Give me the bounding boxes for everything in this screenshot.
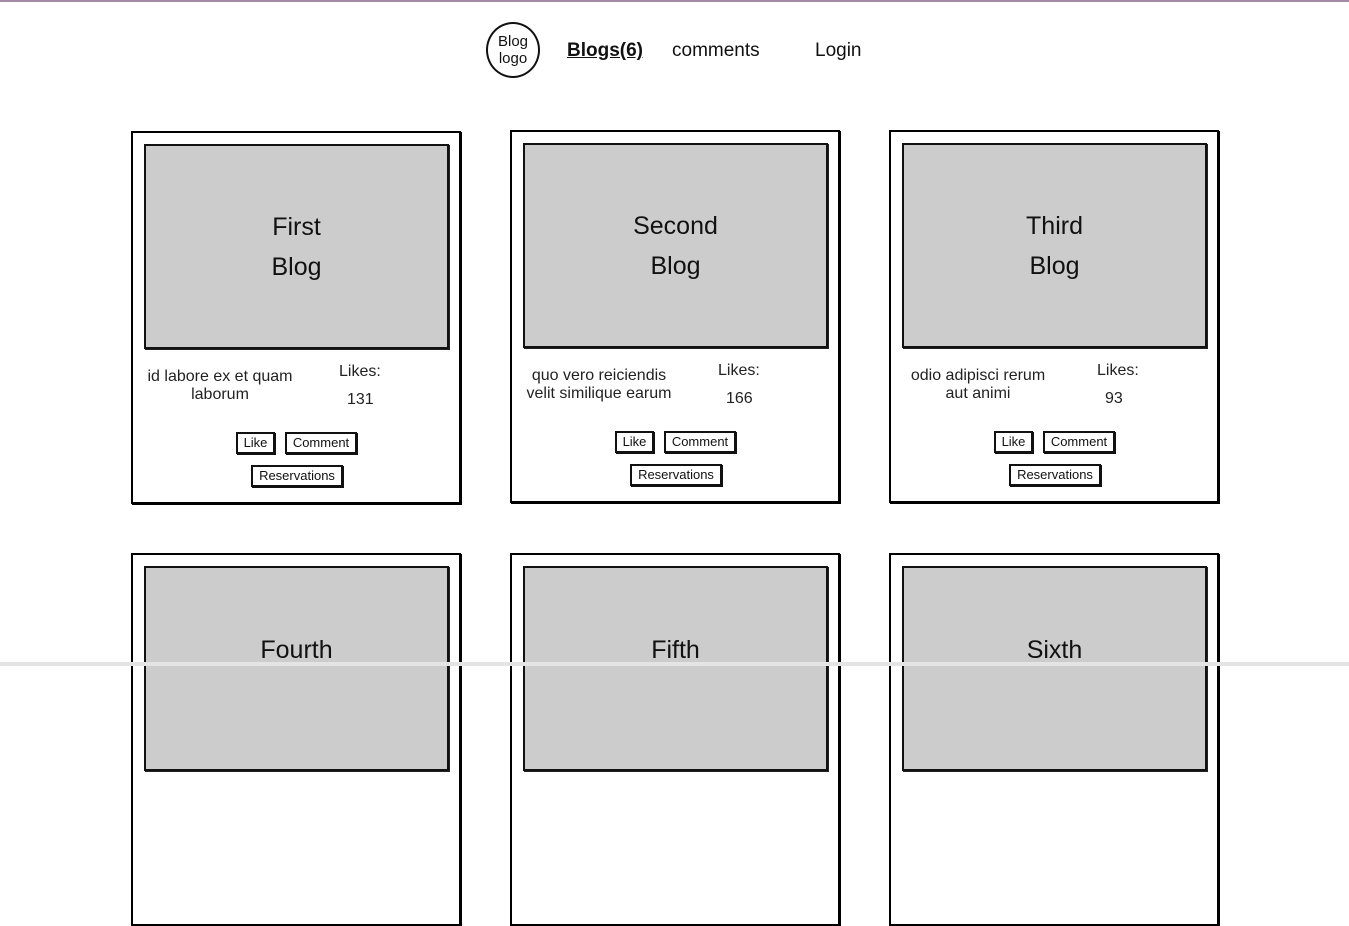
blog-card-fourth: Fourth [131, 553, 461, 926]
blog-card-title-line-2: Blog [1029, 251, 1080, 280]
blog-card-sixth: Sixth [889, 553, 1219, 926]
blog-card-title-line-2: Blog [650, 251, 701, 280]
blog-card-title-line-1: Third [1026, 211, 1083, 240]
blog-card-image: Second Blog [523, 143, 828, 348]
blog-card-likes-count: 166 [726, 390, 753, 407]
blog-card-first: First Blog id labore ex et quam laborum … [131, 131, 461, 504]
reservations-button[interactable]: Reservations [630, 464, 722, 486]
blog-card-likes-label: Likes: [1097, 362, 1139, 379]
blog-logo[interactable]: Blog logo [486, 22, 540, 78]
blog-card-likes-label: Likes: [718, 362, 760, 379]
blog-card-title-line-1: Second [633, 211, 718, 240]
logo-line-1: Blog [497, 33, 529, 50]
blog-card-likes-label: Likes: [339, 363, 381, 380]
like-button[interactable]: Like [236, 432, 275, 454]
logo-line-2: logo [498, 50, 528, 67]
blog-card-title-line-2: Blog [271, 252, 322, 281]
blog-card-third: Third Blog odio adipisci rerum aut animi… [889, 130, 1219, 503]
horizontal-scrollbar-edge [0, 662, 1349, 666]
reservations-button[interactable]: Reservations [1009, 464, 1101, 486]
nav-blogs-link[interactable]: Blogs(6) [567, 39, 643, 63]
comment-button[interactable]: Comment [664, 431, 736, 453]
blog-card-description: odio adipisci rerum aut animi [910, 367, 1046, 402]
top-accent-line [0, 0, 1349, 2]
blog-card-fifth: Fifth [510, 553, 840, 926]
comment-button[interactable]: Comment [285, 432, 357, 454]
blog-card-image: First Blog [144, 144, 449, 349]
blog-card-description: id labore ex et quam laborum [147, 368, 293, 403]
like-button[interactable]: Like [615, 431, 654, 453]
blog-card-title-line-1: First [272, 212, 321, 241]
comment-button[interactable]: Comment [1043, 431, 1115, 453]
blog-card-likes-count: 131 [347, 391, 374, 408]
blog-card-image: Fifth [523, 566, 828, 771]
nav-comments-link[interactable]: comments [672, 39, 760, 63]
blog-card-image: Sixth [902, 566, 1207, 771]
blog-card-likes-count: 93 [1105, 390, 1123, 407]
blog-card-image: Fourth [144, 566, 449, 771]
reservations-button[interactable]: Reservations [251, 465, 343, 487]
nav-login-link[interactable]: Login [815, 39, 862, 63]
blog-card-image: Third Blog [902, 143, 1207, 348]
blog-card-second: Second Blog quo vero reiciendis velit si… [510, 130, 840, 503]
like-button[interactable]: Like [994, 431, 1033, 453]
blog-card-description: quo vero reiciendis velit similique earu… [526, 367, 672, 402]
